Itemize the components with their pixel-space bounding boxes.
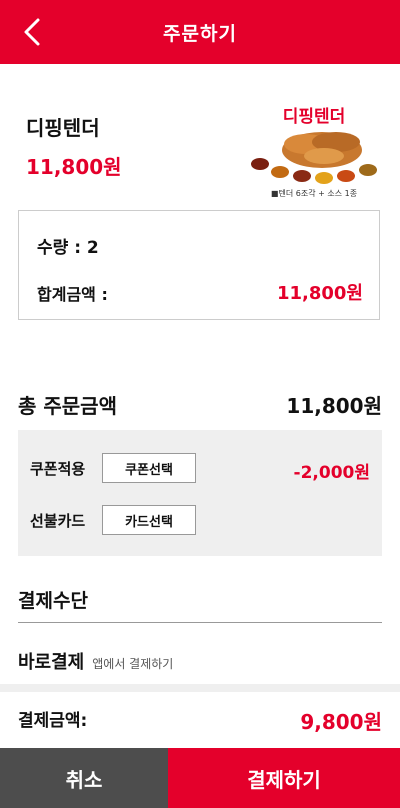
section-separator xyxy=(0,684,400,692)
pay-button[interactable]: 결제하기 xyxy=(168,748,400,808)
app-header: 주문하기 xyxy=(0,0,400,64)
coupon-select-button[interactable]: 쿠폰선택 xyxy=(102,453,196,483)
product-info: 디핑텐더 11,800원 xyxy=(26,112,122,180)
product-image-caption: ■텐더 6조각 + 소스 1종 xyxy=(270,189,358,198)
total-order-value: 11,800원 xyxy=(286,394,382,418)
subtotal-label: 합계금액 : xyxy=(37,285,108,304)
quantity-summary-box: 수량 : 2 합계금액 : 11,800원 xyxy=(18,210,380,320)
bottom-action-bar: 취소 결제하기 xyxy=(0,748,400,808)
quantity-text: 수량 : 2 xyxy=(37,238,99,258)
final-amount-value: 9,800원 xyxy=(300,710,382,734)
coupon-discount-value: -2,000원 xyxy=(293,463,370,483)
prepaid-card-label: 선불카드 xyxy=(30,511,86,530)
prepaid-card-row: 선불카드 카드선택 xyxy=(30,504,196,536)
coupon-row: 쿠폰적용 쿠폰선택 xyxy=(30,452,196,484)
discount-panel: 쿠폰적용 쿠폰선택 -2,000원 선불카드 카드선택 xyxy=(18,430,382,556)
chevron-left-icon xyxy=(24,18,40,46)
payment-method-title: 결제수단 xyxy=(18,590,88,612)
payment-method-label: 바로결제 xyxy=(18,652,85,673)
payment-method-option[interactable]: 바로결제 앱에서 결제하기 xyxy=(18,648,173,674)
page-title: 주문하기 xyxy=(163,22,237,45)
total-order-row: 총 주문금액 11,800원 xyxy=(18,390,382,419)
cancel-button[interactable]: 취소 xyxy=(0,748,168,808)
coupon-label: 쿠폰적용 xyxy=(30,459,86,478)
subtotal-value: 11,800원 xyxy=(276,283,363,304)
product-price: 11,800원 xyxy=(26,155,122,179)
product-name: 디핑텐더 xyxy=(26,116,100,140)
product-image: 디핑텐더 ■텐더 6조각 + 소스 1종 xyxy=(244,100,384,204)
card-select-button[interactable]: 카드선택 xyxy=(102,505,196,535)
divider xyxy=(18,622,382,623)
final-amount-row: 결제금액: 9,800원 xyxy=(18,706,382,734)
payment-method-sub: 앱에서 결제하기 xyxy=(92,657,174,671)
back-button[interactable] xyxy=(14,14,50,50)
